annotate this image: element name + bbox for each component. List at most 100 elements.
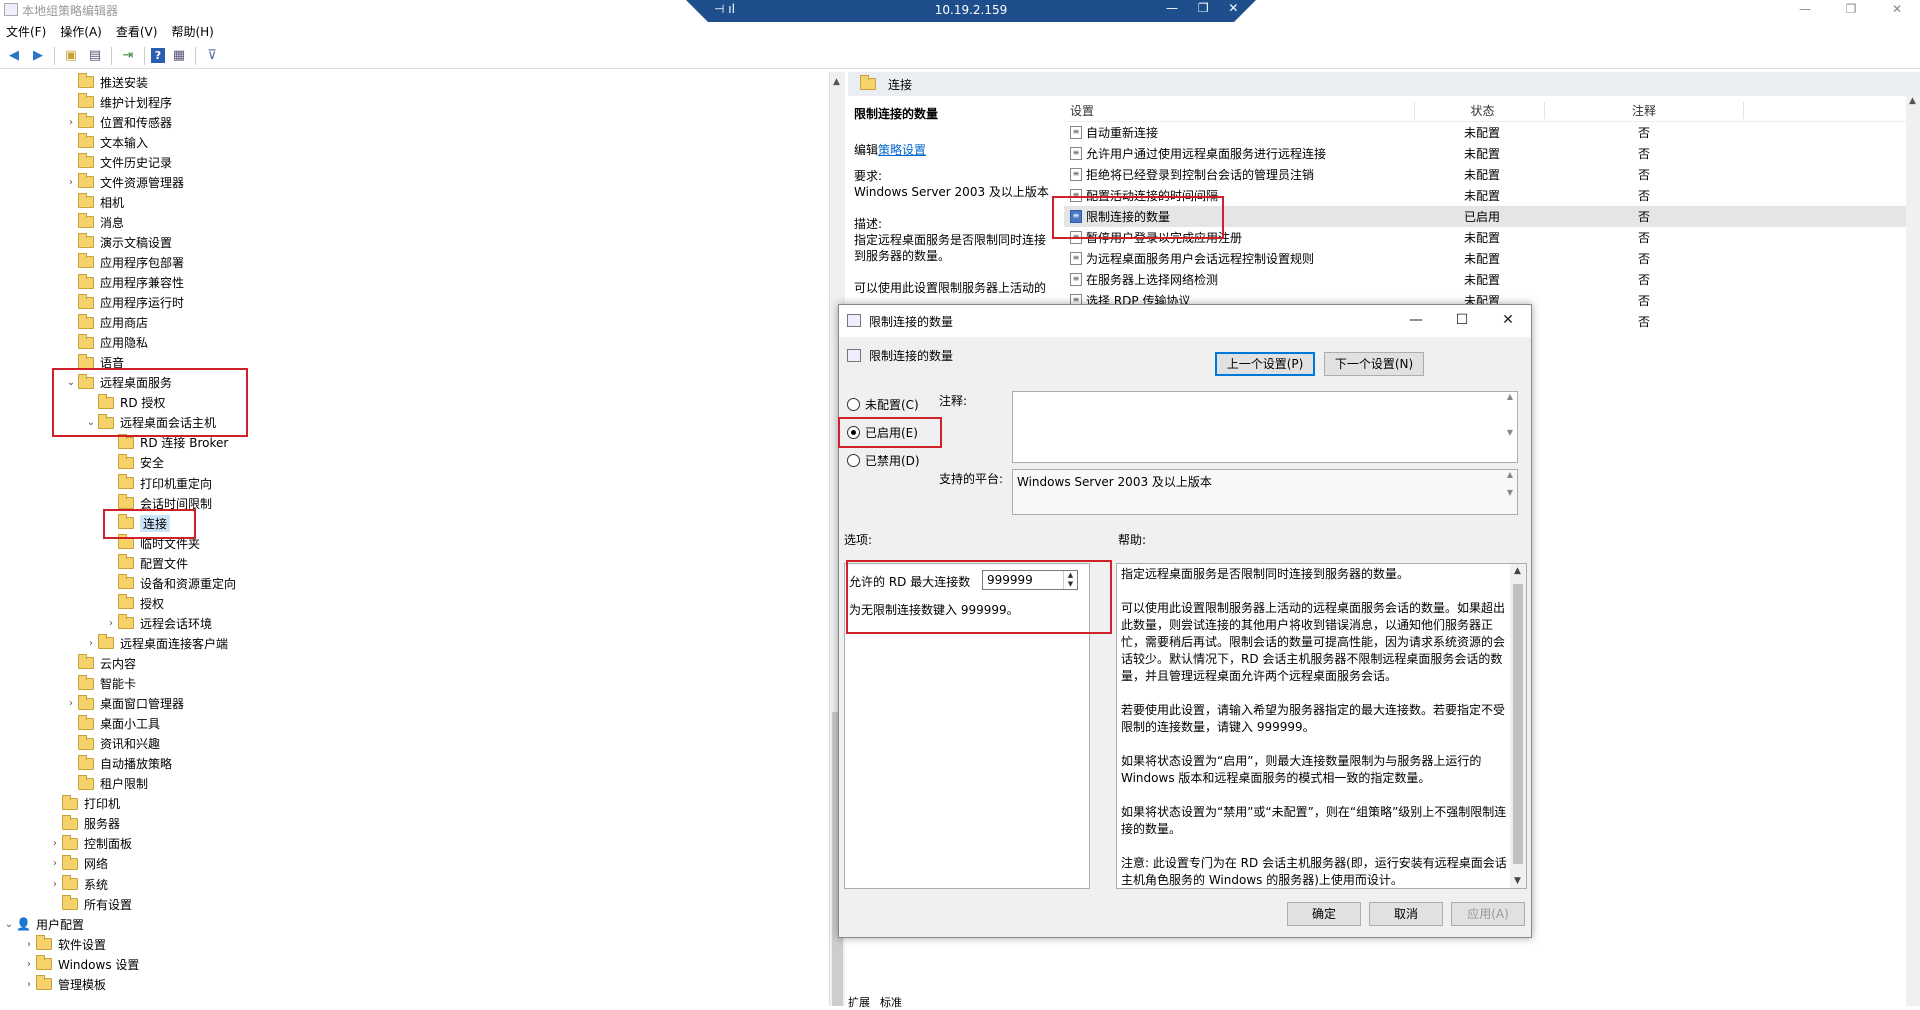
radio-not-configured[interactable]: 未配置(C): [847, 396, 919, 413]
cancel-button[interactable]: 取消: [1369, 902, 1443, 926]
tab-extended[interactable]: 扩展: [848, 994, 870, 1009]
chevron-right-icon[interactable]: ›: [48, 879, 62, 890]
setting-row[interactable]: ≡ 允许用户通过使用远程桌面服务进行远程连接 未配置 否: [1064, 143, 1920, 164]
chevron-right-icon[interactable]: ›: [48, 858, 62, 869]
show-hide-tree-icon[interactable]: ▤: [85, 47, 105, 65]
setting-row[interactable]: ≡ 为远程桌面服务用户会话远程控制设置规则 未配置 否: [1064, 248, 1920, 269]
tree-item[interactable]: 租户限制: [64, 774, 148, 794]
chevron-right-icon[interactable]: ›: [64, 177, 78, 188]
chevron-right-icon[interactable]: ›: [48, 838, 62, 849]
tree-item[interactable]: 推送安装: [64, 72, 148, 92]
tree-item[interactable]: 设备和资源重定向: [104, 573, 236, 593]
next-setting-button[interactable]: 下一个设置(N): [1324, 352, 1424, 376]
tree-item[interactable]: › 管理模板: [22, 974, 106, 994]
chevron-right-icon[interactable]: ›: [22, 979, 36, 990]
tree-item[interactable]: › 系统: [48, 874, 108, 894]
tree-item[interactable]: 演示文稿设置: [64, 232, 172, 252]
maximize-button[interactable]: ❐: [1828, 0, 1874, 20]
tree-item[interactable]: 文本输入: [64, 132, 148, 152]
tree-item[interactable]: 安全: [104, 453, 164, 473]
tree-item[interactable]: 授权: [104, 593, 164, 613]
chevron-right-icon[interactable]: ›: [64, 698, 78, 709]
tree-item[interactable]: 维护计划程序: [64, 92, 172, 112]
menu-view[interactable]: 查看(V): [116, 23, 158, 40]
menu-action[interactable]: 操作(A): [60, 23, 102, 40]
dialog-close-button[interactable]: ✕: [1485, 305, 1531, 337]
textarea-scroll[interactable]: ▲ ▼: [1503, 392, 1517, 462]
scroll-up-icon[interactable]: ▲: [1909, 96, 1916, 106]
chevron-right-icon[interactable]: ›: [22, 939, 36, 950]
tree-item[interactable]: ⌄ 👤 用户配置: [2, 914, 84, 934]
tree-item[interactable]: 文件历史记录: [64, 152, 172, 172]
tab-standard[interactable]: 标准: [880, 994, 902, 1009]
tree-item[interactable]: 智能卡: [64, 674, 136, 694]
tree-item[interactable]: 应用隐私: [64, 333, 148, 353]
tree-item[interactable]: › 控制面板: [48, 834, 132, 854]
tree-item[interactable]: 应用商店: [64, 313, 148, 333]
tree-item[interactable]: 消息: [64, 212, 124, 232]
radio-circle[interactable]: [847, 398, 860, 411]
back-icon[interactable]: ◀: [4, 47, 24, 65]
tree-item[interactable]: 应用程序运行时: [64, 293, 184, 313]
tree-item[interactable]: 云内容: [64, 653, 136, 673]
tree-item[interactable]: › 文件资源管理器: [64, 172, 184, 192]
dialog-maximize-button[interactable]: ☐: [1439, 305, 1485, 337]
tree-item[interactable]: 自动播放策略: [64, 754, 172, 774]
tree-item[interactable]: › 软件设置: [22, 934, 106, 954]
tree-item[interactable]: 配置文件: [104, 553, 188, 573]
tree-item[interactable]: 服务器: [48, 814, 120, 834]
radio-disabled[interactable]: 已禁用(D): [847, 452, 920, 469]
dialog-minimize-button[interactable]: —: [1393, 305, 1439, 337]
tree-item[interactable]: 资讯和兴趣: [64, 734, 160, 754]
chevron-down-icon[interactable]: ⌄: [2, 919, 16, 930]
tree-item[interactable]: › 网络: [48, 854, 108, 874]
platform-scroll[interactable]: ▲ ▼: [1503, 470, 1517, 514]
tree-item[interactable]: › 位置和传感器: [64, 112, 172, 132]
menu-help[interactable]: 帮助(H): [171, 23, 213, 40]
col-state[interactable]: 状态: [1414, 102, 1544, 119]
tree-item[interactable]: › 远程会话环境: [104, 613, 212, 633]
tree-item[interactable]: 相机: [64, 192, 124, 212]
forward-icon[interactable]: ▶: [28, 47, 48, 65]
minimize-button[interactable]: —: [1782, 0, 1828, 20]
close-button[interactable]: ✕: [1874, 0, 1920, 20]
tree-item[interactable]: 打印机重定向: [104, 473, 212, 493]
tree-item[interactable]: 打印机: [48, 794, 120, 814]
setting-row[interactable]: ≡ 在服务器上选择网络检测 未配置 否: [1064, 269, 1920, 290]
edit-policy-link[interactable]: 策略设置: [878, 143, 926, 157]
menu-file[interactable]: 文件(F): [6, 23, 46, 40]
tree-item[interactable]: 应用程序包部署: [64, 252, 184, 272]
setting-row[interactable]: ≡ 拒绝将已经登录到控制台会话的管理员注销 未配置 否: [1064, 164, 1920, 185]
tree-item[interactable]: 应用程序兼容性: [64, 273, 184, 293]
settings-pane-header: 连接: [848, 72, 1920, 96]
tree-item[interactable]: › 桌面窗口管理器: [64, 694, 184, 714]
up-folder-icon[interactable]: ▣: [61, 47, 81, 65]
chevron-right-icon[interactable]: ›: [84, 638, 98, 649]
settings-scrollbar[interactable]: ▲: [1906, 96, 1920, 1006]
setting-row[interactable]: ≡ 自动重新连接 未配置 否: [1064, 122, 1920, 143]
comment-textarea[interactable]: ▲ ▼: [1012, 391, 1518, 463]
help-scrollbar[interactable]: ▲ ▼: [1510, 564, 1526, 888]
rdp-window-controls[interactable]: — ❐ ✕: [1166, 1, 1246, 15]
help-scroll-thumb[interactable]: [1513, 584, 1523, 864]
scroll-up-icon[interactable]: ▲: [833, 77, 840, 87]
properties-icon[interactable]: ▦: [169, 47, 189, 65]
chevron-right-icon[interactable]: ›: [104, 618, 118, 629]
chevron-right-icon[interactable]: ›: [64, 117, 78, 128]
filter-icon[interactable]: ⊽: [202, 47, 222, 65]
tree-item[interactable]: 所有设置: [48, 894, 132, 914]
previous-setting-button[interactable]: 上一个设置(P): [1215, 352, 1315, 376]
radio-circle[interactable]: [847, 454, 860, 467]
apply-button[interactable]: 应用(A): [1451, 902, 1525, 926]
scroll-down-icon[interactable]: ▼: [1514, 876, 1521, 886]
tree-item[interactable]: › Windows 设置: [22, 954, 139, 974]
tree-item[interactable]: 桌面小工具: [64, 714, 160, 734]
ok-button[interactable]: 确定: [1287, 902, 1361, 926]
export-icon[interactable]: ⇥: [118, 47, 138, 65]
chevron-right-icon[interactable]: ›: [22, 959, 36, 970]
help-icon[interactable]: ?: [151, 48, 165, 63]
scroll-up-icon[interactable]: ▲: [1514, 566, 1521, 576]
col-comment[interactable]: 注释: [1544, 102, 1744, 119]
tree-item[interactable]: › 远程桌面连接客户端: [84, 633, 228, 653]
col-setting[interactable]: 设置: [1064, 102, 1414, 119]
